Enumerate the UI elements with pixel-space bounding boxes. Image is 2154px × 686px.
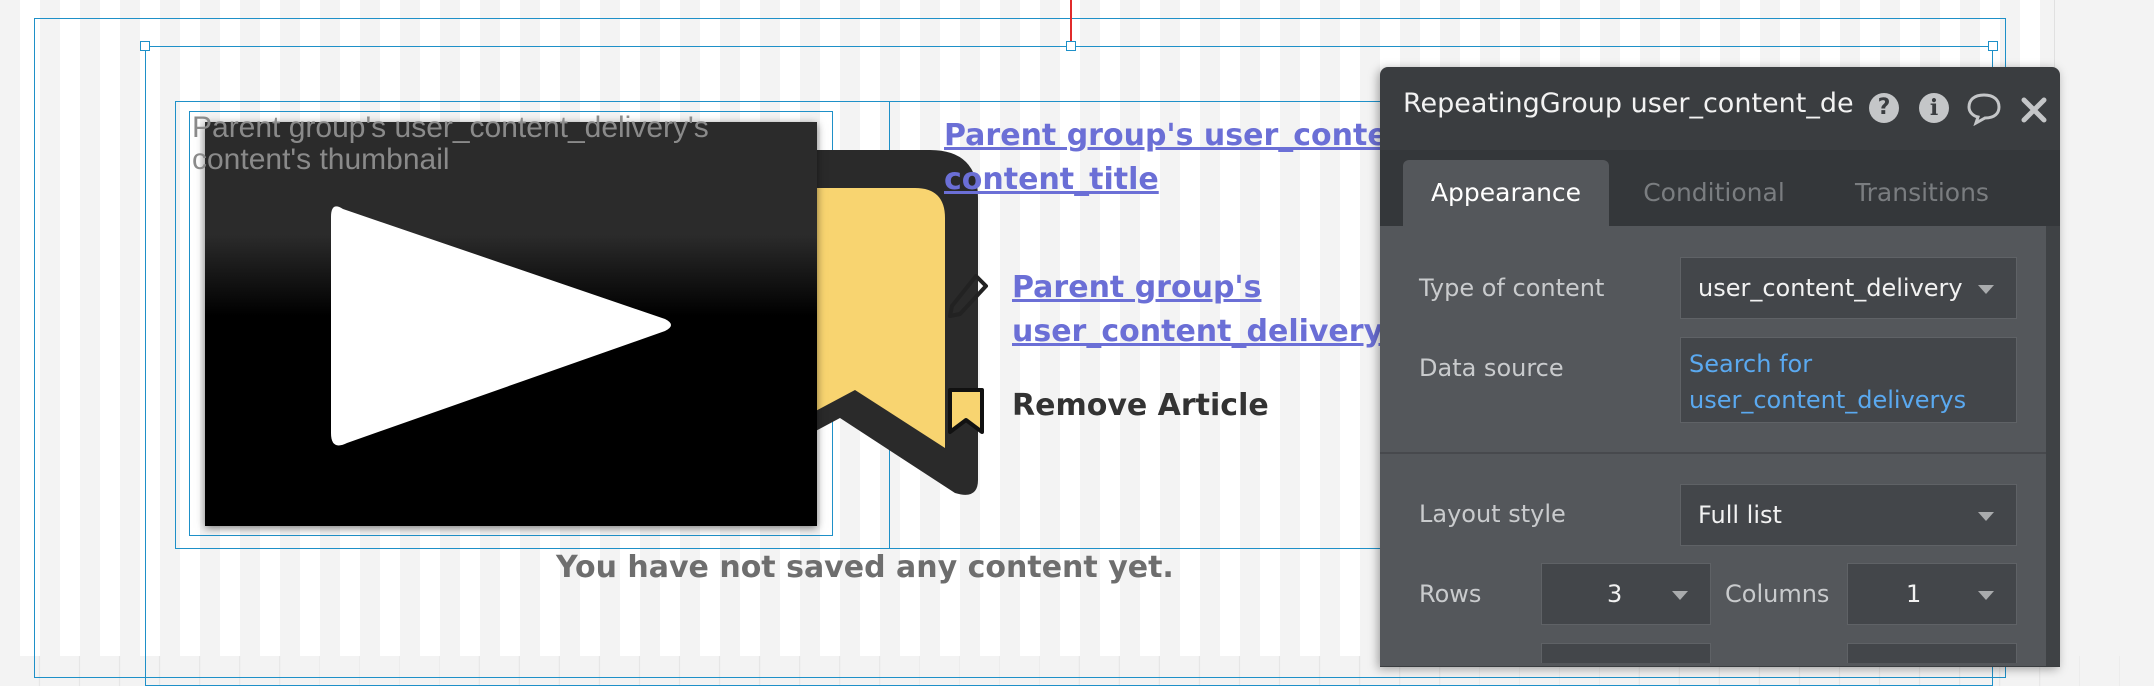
chevron-down-icon <box>1672 591 1688 600</box>
next-row-field-left[interactable] <box>1541 643 1711 663</box>
content-title-link[interactable]: Parent group's user_content_ content_tit… <box>944 114 1438 202</box>
data-source-label: Data source <box>1419 354 1564 382</box>
play-icon[interactable] <box>325 195 675 455</box>
bookmark-icon[interactable] <box>946 386 986 436</box>
chevron-down-icon <box>1978 512 1994 521</box>
empty-state-message: You have not saved any content yet. <box>556 550 1174 585</box>
section-divider <box>1380 452 2046 454</box>
resize-handle-top-right[interactable] <box>1988 41 1998 51</box>
type-of-content-dropdown[interactable]: user_content_delivery <box>1680 257 2017 319</box>
close-icon[interactable] <box>2020 96 2048 124</box>
author-link-line-1: Parent group's <box>1012 270 1262 305</box>
columns-dropdown[interactable]: 1 <box>1847 563 2017 625</box>
panel-title: RepeatingGroup user_content_de <box>1403 88 1854 119</box>
rows-label: Rows <box>1419 580 1482 608</box>
info-icon[interactable]: i <box>1919 93 1949 123</box>
resize-handle-top-center[interactable] <box>1066 41 1076 51</box>
chevron-down-icon <box>1978 285 1994 294</box>
type-of-content-value: user_content_delivery <box>1698 274 1963 302</box>
tab-appearance[interactable]: Appearance <box>1403 160 1609 226</box>
layout-style-dropdown[interactable]: Full list <box>1680 484 2017 546</box>
author-link[interactable]: Parent group's user_content_delivery's <box>1012 266 1410 354</box>
alignment-guide <box>1070 0 1072 46</box>
chevron-down-icon <box>1978 591 1994 600</box>
next-row-field-right[interactable] <box>1847 643 2017 663</box>
panel-scrollbar[interactable] <box>2046 226 2060 666</box>
comment-icon[interactable] <box>1966 92 2002 126</box>
layout-style-value: Full list <box>1698 501 1782 529</box>
type-of-content-label: Type of content <box>1419 274 1605 302</box>
data-source-field[interactable]: Search for user_content_deliverys <box>1680 337 2017 423</box>
resize-handle-top-left[interactable] <box>140 41 150 51</box>
columns-value: 1 <box>1906 580 1922 608</box>
layout-style-label: Layout style <box>1419 500 1566 528</box>
author-link-line-2: user_content_delivery's <box>1012 314 1411 349</box>
content-title-line-1: Parent group's user_content_ <box>944 118 1439 153</box>
tab-transitions[interactable]: Transitions <box>1818 160 2026 226</box>
content-title-line-2: content_title <box>944 162 1159 197</box>
pencil-icon[interactable] <box>946 270 992 320</box>
help-icon[interactable]: ? <box>1869 93 1899 123</box>
thumbnail-placeholder-text: Parent group's user_content_delivery's c… <box>192 111 709 176</box>
tab-conditional[interactable]: Conditional <box>1610 160 1818 226</box>
rows-dropdown[interactable]: 3 <box>1541 563 1711 625</box>
data-source-line-2: user_content_deliverys <box>1689 386 1967 414</box>
canvas-margin <box>2054 0 2154 656</box>
columns-label: Columns <box>1725 580 1830 608</box>
data-source-line-1: Search for <box>1689 350 1813 378</box>
rows-value: 3 <box>1607 580 1623 608</box>
remove-article-button[interactable]: Remove Article <box>1012 388 1269 423</box>
